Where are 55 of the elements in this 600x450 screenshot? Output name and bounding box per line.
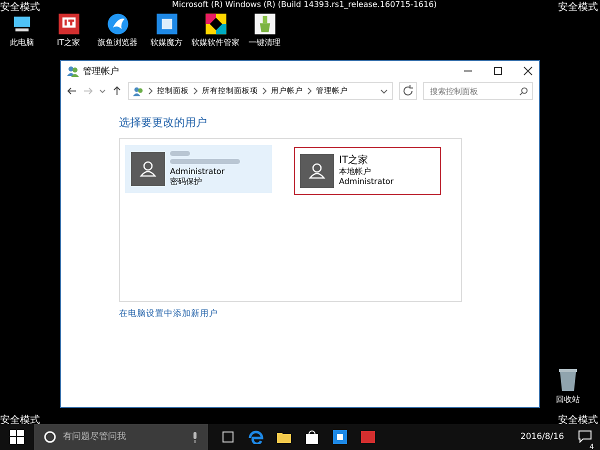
recycle-bin-icon[interactable]	[557, 368, 579, 392]
user-name: IT之家	[339, 155, 370, 167]
folder-icon[interactable]	[276, 430, 292, 444]
task-view-icon[interactable]	[220, 430, 236, 444]
chevron-right-icon	[262, 87, 267, 95]
window-title: 管理帐户	[83, 66, 119, 78]
clock-date[interactable]: 2016/8/16	[520, 432, 564, 442]
store-bag-icon[interactable]	[304, 430, 320, 444]
circle-icon	[44, 431, 56, 443]
safe-mode-label: 安全模式	[0, 0, 40, 14]
close-icon[interactable]	[523, 66, 533, 76]
desktop-icon-label[interactable]: 一键清理	[248, 37, 280, 48]
user-detail: Administrator	[339, 177, 394, 187]
safe-mode-label: 安全模式	[0, 414, 40, 427]
add-user-link[interactable]: 在电脑设置中添加新用户	[119, 308, 539, 320]
user-detail: Administrator	[170, 167, 226, 177]
users-icon	[67, 65, 79, 77]
blurred-email	[170, 159, 240, 164]
users-icon	[133, 86, 144, 96]
desktop-icon-label[interactable]: 旗鱼浏览器	[98, 37, 138, 48]
windows-start-icon[interactable]	[10, 430, 24, 444]
user-avatar-icon	[131, 152, 165, 186]
search-input[interactable]: 搜索控制面板	[428, 86, 519, 96]
search-input[interactable]: 有问题尽管问我	[61, 431, 187, 443]
safe-mode-label: 安全模式	[558, 414, 598, 427]
user-avatar-icon	[300, 154, 334, 188]
search-icon	[519, 86, 528, 96]
search-field[interactable]: 搜索控制面板	[423, 82, 533, 100]
user-detail: 本地帐户	[339, 167, 372, 177]
up-arrow-icon[interactable]	[112, 86, 122, 96]
desktop-icon-label[interactable]: 此电脑	[10, 37, 34, 48]
user-account-tile[interactable]: Administrator 密码保护	[125, 145, 272, 193]
build-text: Microsoft (R) Windows (R) (Build 14393.rs1_release.160715-1616)	[172, 0, 437, 9]
fish-icon[interactable]	[106, 13, 128, 35]
microphone-icon[interactable]	[192, 432, 198, 442]
desktop-icon-label[interactable]: IT之家	[56, 37, 80, 48]
refresh-icon[interactable]	[399, 82, 417, 100]
edge-browser-icon[interactable]	[248, 430, 264, 444]
maximize-icon[interactable]	[493, 66, 503, 76]
it-logo-icon[interactable]	[58, 13, 80, 35]
desktop-icon-label[interactable]: 回收站	[556, 394, 580, 405]
app-tile-icon[interactable]	[360, 430, 376, 444]
notification-icon[interactable]	[578, 430, 592, 442]
taskbar-search-field[interactable]: 有问题尽管问我	[34, 424, 208, 450]
desktop-icon-label[interactable]: 软媒软件管家	[192, 37, 240, 48]
colorful-square-icon[interactable]	[204, 13, 226, 35]
chevron-right-icon	[307, 87, 312, 95]
back-arrow-icon[interactable]	[67, 86, 77, 96]
desktop-icon-label[interactable]: 软媒魔方	[150, 37, 182, 48]
section-heading: 选择要更改的用户	[119, 115, 208, 130]
user-detail: 密码保护	[170, 177, 203, 187]
chevron-right-icon	[148, 87, 153, 95]
safe-mode-label: 安全模式	[558, 0, 598, 14]
chevron-right-icon	[193, 87, 198, 95]
user-account-tile[interactable]: IT之家 本地帐户 Administrator	[294, 147, 441, 195]
